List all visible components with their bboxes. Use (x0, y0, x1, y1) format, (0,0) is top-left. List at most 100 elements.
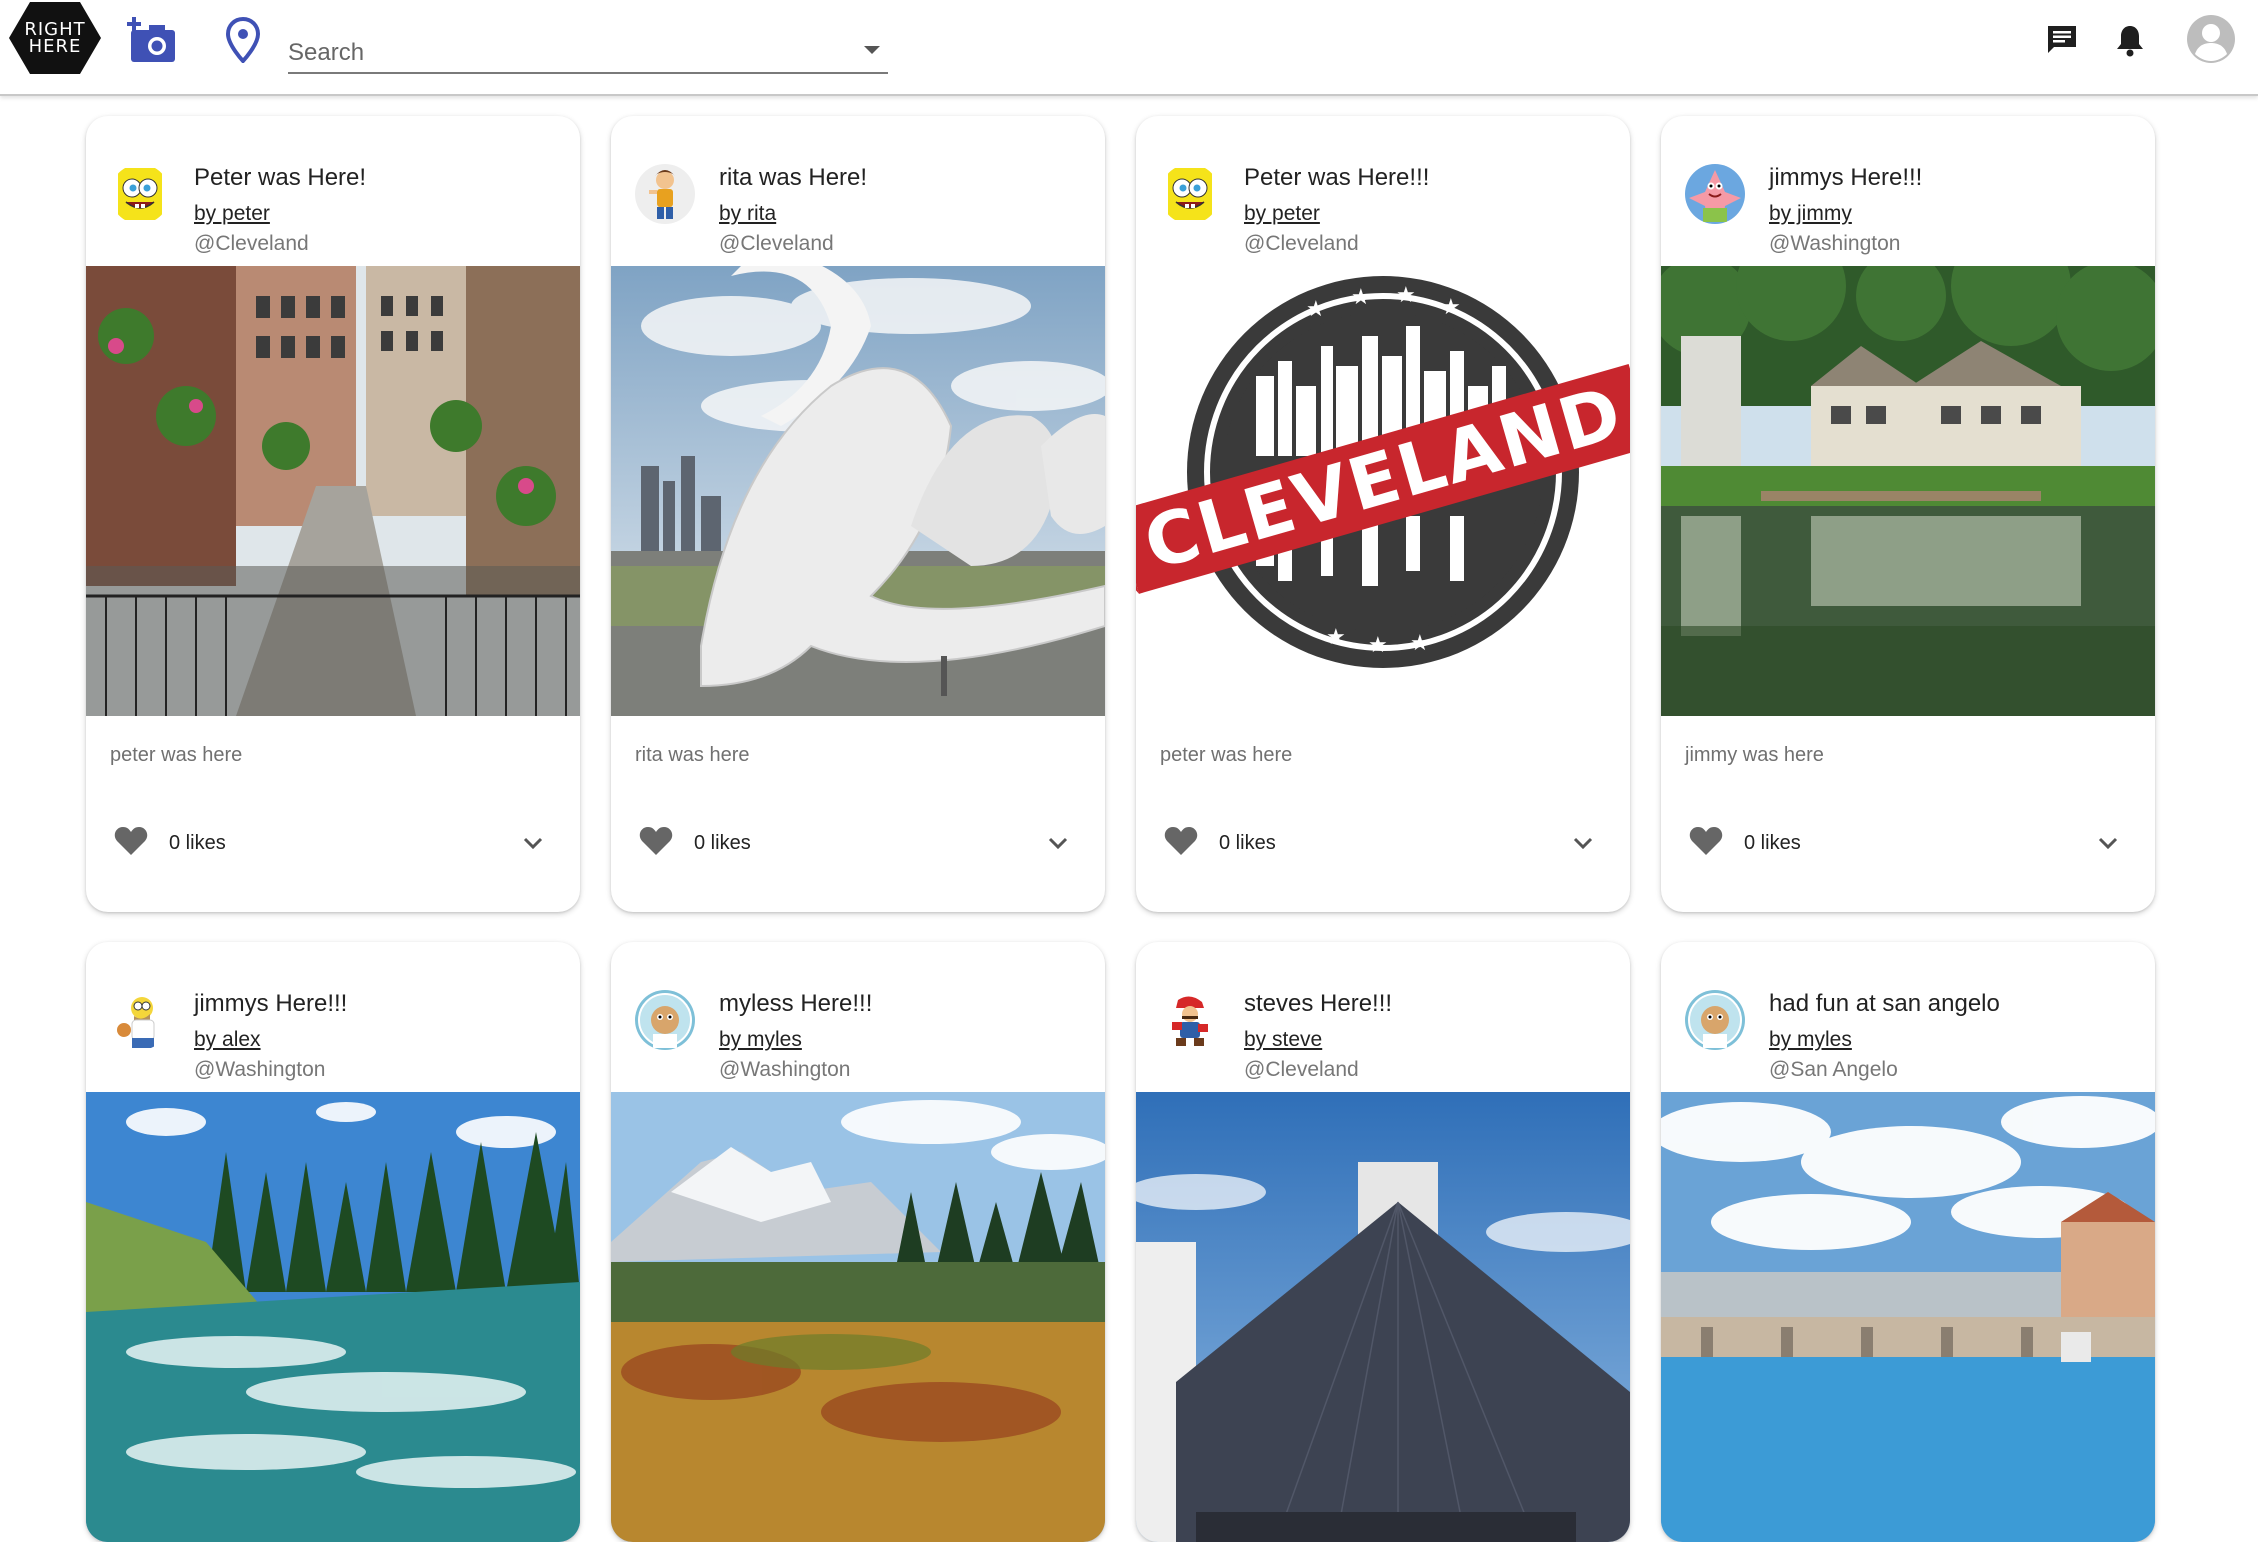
post-photo[interactable] (1136, 1092, 1630, 1542)
post-card-body: jimmy was here 0 likes (1661, 716, 2155, 912)
post-author-link[interactable]: by alex (194, 1028, 261, 1052)
chevron-down-icon (1573, 837, 1593, 850)
post-feed: Peter was Here! by peter @Cleveland pete… (0, 96, 2258, 1542)
notification-bell-icon (2117, 26, 2143, 57)
post-card-header: Peter was Here!!! by peter @Cleveland (1136, 116, 1630, 266)
search-dropdown-icon[interactable] (864, 46, 880, 54)
post-card-header: Peter was Here! by peter @Cleveland (86, 116, 580, 266)
chat-icon (2048, 26, 2076, 53)
svg-text:★: ★ (1351, 285, 1371, 310)
author-avatar[interactable] (1685, 990, 1745, 1050)
post-card: myless Here!!! by myles @Washington (611, 942, 1105, 1542)
post-card-header: steves Here!!! by steve @Cleveland (1136, 942, 1630, 1092)
post-card: Peter was Here! by peter @Cleveland pete… (86, 116, 580, 912)
location-pin-icon (226, 17, 260, 63)
svg-text:★: ★ (1410, 631, 1430, 656)
sandy-avatar-icon (1685, 990, 1745, 1050)
author-avatar[interactable] (110, 164, 170, 224)
post-card: jimmys Here!!! by jimmy @Washington jimm… (1661, 116, 2155, 912)
expand-button[interactable] (1566, 826, 1600, 860)
post-card: steves Here!!! by steve @Cleveland (1136, 942, 1630, 1542)
chevron-down-icon (2098, 837, 2118, 850)
notifications-button[interactable] (2110, 18, 2150, 62)
post-author-link[interactable]: by steve (1244, 1028, 1322, 1052)
post-card-body: rita was here 0 likes (611, 716, 1105, 912)
post-card: had fun at san angelo by myles @San Ange… (1661, 942, 2155, 1542)
san-angelo-pool-image (1661, 1092, 2155, 1542)
messages-button[interactable] (2038, 18, 2086, 62)
like-count: 0 likes (169, 832, 226, 854)
post-location: @Cleveland (719, 232, 834, 255)
heart-icon (1164, 827, 1198, 855)
account-icon (2187, 15, 2235, 63)
author-avatar[interactable] (110, 990, 170, 1050)
author-avatar[interactable] (635, 164, 695, 224)
post-card: Peter was Here!!! by peter @Cleveland ★ … (1136, 116, 1630, 912)
like-button[interactable] (1689, 826, 1725, 860)
app-bar: RIGHT HERE (0, 0, 2258, 96)
author-avatar[interactable] (1160, 990, 1220, 1050)
like-button[interactable] (114, 826, 150, 860)
author-avatar[interactable] (1685, 164, 1745, 224)
post-card: jimmys Here!!! by alex @Washington (86, 942, 580, 1542)
street-photo-image (86, 266, 580, 716)
expand-button[interactable] (2091, 826, 2125, 860)
like-count: 0 likes (694, 832, 751, 854)
post-author-link[interactable]: by rita (719, 202, 776, 226)
add-photo-button[interactable] (124, 14, 182, 66)
homer-avatar-icon (110, 990, 170, 1050)
location-button[interactable] (222, 14, 264, 66)
like-button[interactable] (1164, 826, 1200, 860)
post-photo[interactable] (86, 266, 580, 716)
post-title: steves Here!!! (1244, 990, 1393, 1017)
expand-button[interactable] (516, 826, 550, 860)
post-card-header: had fun at san angelo by myles @San Ange… (1661, 942, 2155, 1092)
post-photo[interactable] (1661, 1092, 2155, 1542)
post-card-header: myless Here!!! by myles @Washington (611, 942, 1105, 1092)
post-location: @Cleveland (1244, 1058, 1359, 1081)
logo-line-2: HERE (28, 36, 82, 57)
chevron-down-icon (1048, 837, 1068, 850)
post-photo[interactable] (611, 266, 1105, 716)
search-input[interactable] (288, 30, 888, 70)
post-location: @Washington (719, 1058, 851, 1081)
mario-avatar-icon (1160, 990, 1220, 1050)
spongebob-avatar-icon (110, 164, 170, 224)
logo-text: RIGHT HERE (24, 21, 85, 57)
post-author-link[interactable]: by peter (1244, 202, 1320, 226)
post-title: myless Here!!! (719, 990, 873, 1017)
svg-text:★: ★ (1368, 633, 1388, 658)
heart-icon (114, 827, 148, 855)
post-photo[interactable] (86, 1092, 580, 1542)
chevron-down-icon (523, 837, 543, 850)
post-author-link[interactable]: by myles (719, 1028, 802, 1052)
lake-house-image (1661, 266, 2155, 716)
post-location: @Washington (1769, 232, 1901, 255)
cartoon-kid-avatar-icon (635, 164, 695, 224)
post-location: @San Angelo (1769, 1058, 1898, 1081)
author-avatar[interactable] (635, 990, 695, 1050)
right-here-logo[interactable]: RIGHT HERE (8, 0, 102, 76)
post-photo[interactable] (1661, 266, 2155, 716)
account-button[interactable] (2184, 12, 2238, 66)
post-card-header: jimmys Here!!! by alex @Washington (86, 942, 580, 1092)
sandy-avatar-icon (635, 990, 695, 1050)
patrick-avatar-icon (1685, 164, 1745, 224)
post-card-body: peter was here 0 likes (86, 716, 580, 912)
author-avatar[interactable] (1160, 164, 1220, 224)
post-photo[interactable]: ★ ★ ★ ★ ★ ★ ★ CLEVELAND (1136, 266, 1630, 716)
mountain-meadow-image (611, 1092, 1105, 1542)
post-title: rita was Here! (719, 164, 868, 191)
svg-text:★: ★ (1326, 625, 1346, 650)
expand-button[interactable] (1041, 826, 1075, 860)
post-photo[interactable] (611, 1092, 1105, 1542)
post-author-link[interactable]: by myles (1769, 1028, 1852, 1052)
like-button[interactable] (639, 826, 675, 860)
river-forest-image (86, 1092, 580, 1542)
post-author-link[interactable]: by jimmy (1769, 202, 1852, 226)
post-card-header: jimmys Here!!! by jimmy @Washington (1661, 116, 2155, 266)
post-author-link[interactable]: by peter (194, 202, 270, 226)
search-field[interactable] (288, 30, 888, 74)
post-title: jimmys Here!!! (194, 990, 348, 1017)
post-description: rita was here (635, 744, 750, 766)
